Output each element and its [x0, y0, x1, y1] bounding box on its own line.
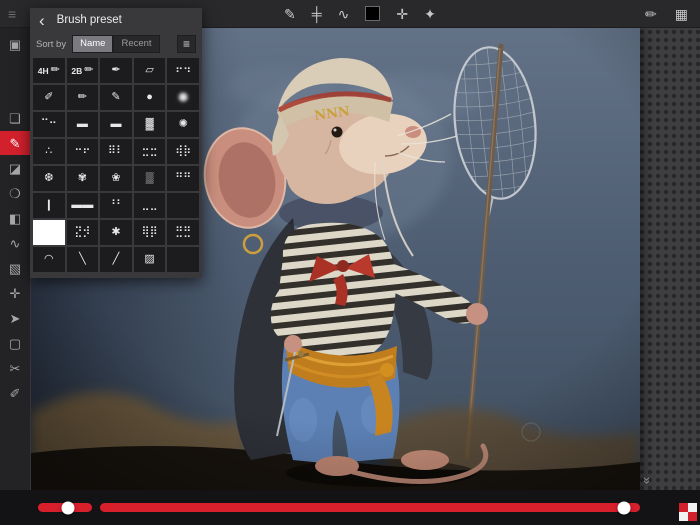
brush-pen[interactable]: ✒ — [100, 58, 132, 83]
brush-pencil-3[interactable]: ✎ — [100, 85, 132, 110]
brush-diagonal-2[interactable]: ╱ — [100, 247, 132, 272]
eraser-tool[interactable]: ◪ — [0, 156, 30, 180]
brush-preset-grid: 4H✏2B✏✒▱⠖⠲✐✏✎●◉⠉⠒▬▬▓✺∴⠒⠖⠿⠇⣒⣒⢾⡷❆✾❀▒⠛⠛❙▬▬⠘… — [30, 56, 202, 274]
gradient-tool[interactable]: ▧ — [0, 256, 30, 280]
brush-dot-grid[interactable]: ⠛⠛ — [167, 166, 199, 191]
brush-tool[interactable]: ✎ — [0, 131, 30, 155]
bottom-toolbar — [0, 490, 700, 525]
layers-tool[interactable]: ❏ — [0, 106, 30, 130]
brush-preset-panel: ‹ Brush preset Sort by NameRecent ≡ 4H✏2… — [30, 8, 202, 278]
smudge-tool[interactable]: ∿ — [0, 231, 30, 255]
brush-noise[interactable]: ▒ — [134, 166, 166, 191]
bucket-tool[interactable]: ◧ — [0, 206, 30, 230]
brush-4h[interactable]: 4H✏ — [33, 58, 65, 83]
checker-white-1 — [688, 503, 697, 512]
move-icon[interactable]: ✛ — [396, 7, 408, 21]
brush-diagonal-1[interactable]: ╲ — [67, 247, 99, 272]
brush-flat-2[interactable]: ▬ — [100, 112, 132, 137]
sort-recent-button[interactable]: Recent — [113, 35, 159, 52]
slider-right[interactable] — [100, 503, 640, 512]
topbar-center-group: ✎ ╪ ∿ ✛ ✦ — [284, 0, 436, 27]
brush-square-selected[interactable] — [33, 220, 65, 245]
lasso-tool[interactable]: ✂ — [0, 356, 30, 380]
menu-icon[interactable]: ≡ — [8, 7, 16, 21]
brush-curve[interactable]: ◠ — [33, 247, 65, 272]
image-tool[interactable]: ▣ — [0, 32, 30, 56]
marquee-tool[interactable]: ▢ — [0, 331, 30, 355]
sort-row: Sort by NameRecent ≡ — [30, 32, 202, 56]
brush-shards-2[interactable]: ✱ — [100, 220, 132, 245]
brush-splatter-1[interactable]: ⠿⠇ — [100, 139, 132, 164]
color-swatch[interactable] — [365, 6, 380, 21]
wand-icon[interactable]: ✦ — [424, 7, 436, 21]
resize-checker-handle[interactable] — [679, 503, 697, 521]
brush-shards-4[interactable]: ⣛⣛ — [167, 220, 199, 245]
slider-right-handle[interactable] — [617, 501, 630, 514]
pen-tool[interactable]: ✐ — [0, 381, 30, 405]
collapse-chevrons-icon[interactable]: » — [641, 477, 654, 484]
panel-title: Brush preset — [57, 14, 122, 26]
brush-texture-1[interactable]: ⠉⠒ — [33, 112, 65, 137]
checker-red-2 — [688, 512, 697, 521]
brush-flower-1[interactable]: ✾ — [67, 166, 99, 191]
brush-hard-round[interactable]: ● — [134, 85, 166, 110]
tool-sidebar: ▣ ❏✎◪❍◧∿▧✛➤▢✂✐ — [0, 28, 30, 490]
brush-pencil-1[interactable]: ✐ — [33, 85, 65, 110]
brush-rough[interactable]: ▓ — [134, 112, 166, 137]
brush-icon[interactable]: ✎ — [284, 7, 296, 21]
brush-airbrush-soft[interactable]: ◉ — [167, 85, 199, 110]
water-drop-tool[interactable]: ❍ — [0, 181, 30, 205]
brush-scatter-2[interactable]: ⠒⠖ — [67, 139, 99, 164]
topbar-left-group: ≡ — [8, 0, 16, 27]
brush-shards-1[interactable]: ⣝⡺ — [67, 220, 99, 245]
brush-flat-1[interactable]: ▬ — [67, 112, 99, 137]
brush-snowflake[interactable]: ❆ — [33, 166, 65, 191]
brush-hatch[interactable]: ▨ — [134, 247, 166, 272]
pen-icon[interactable]: ✏ — [645, 7, 657, 21]
topbar-right-group: ✏▦ — [645, 0, 688, 27]
grid-icon[interactable]: ▦ — [675, 7, 688, 21]
brush-grass[interactable]: ⠘⠃ — [100, 193, 132, 218]
brush-bamboo[interactable]: ❙ — [33, 193, 65, 218]
brush-empty-2[interactable] — [167, 247, 199, 272]
brush-ground[interactable]: ⣀⣀ — [134, 193, 166, 218]
sliders-icon[interactable]: ╪ — [312, 7, 322, 21]
slider-left-handle[interactable] — [61, 501, 74, 514]
brush-starburst[interactable]: ✺ — [167, 112, 199, 137]
move-tool[interactable]: ✛ — [0, 281, 30, 305]
brush-eraser[interactable]: ▱ — [134, 58, 166, 83]
slider-left[interactable] — [38, 503, 92, 512]
checker-red-1 — [679, 503, 688, 512]
curve-icon[interactable]: ∿ — [338, 7, 350, 21]
brush-scatter-1[interactable]: ∴ — [33, 139, 65, 164]
back-chevron-icon[interactable]: ‹ — [39, 12, 45, 29]
brush-splatter-3[interactable]: ⢾⡷ — [167, 139, 199, 164]
select-arrow-tool[interactable]: ➤ — [0, 306, 30, 330]
panel-header: ‹ Brush preset — [30, 8, 202, 32]
view-toggle-icon[interactable]: ≡ — [177, 35, 196, 53]
sort-by-label: Sort by — [36, 39, 66, 50]
checker-white-2 — [679, 512, 688, 521]
brush-shards-3[interactable]: ⢿⡿ — [134, 220, 166, 245]
brush-empty-1[interactable] — [167, 193, 199, 218]
brush-flower-2[interactable]: ❀ — [100, 166, 132, 191]
sort-segmented-control: NameRecent — [72, 35, 159, 52]
brush-2b[interactable]: 2B✏ — [67, 58, 99, 83]
brush-pencil-2[interactable]: ✏ — [67, 85, 99, 110]
brush-long-stroke[interactable]: ▬▬ — [67, 193, 99, 218]
brush-splatter-2[interactable]: ⣒⣒ — [134, 139, 166, 164]
brush-spray[interactable]: ⠖⠲ — [167, 58, 199, 83]
sort-name-button[interactable]: Name — [72, 35, 113, 52]
